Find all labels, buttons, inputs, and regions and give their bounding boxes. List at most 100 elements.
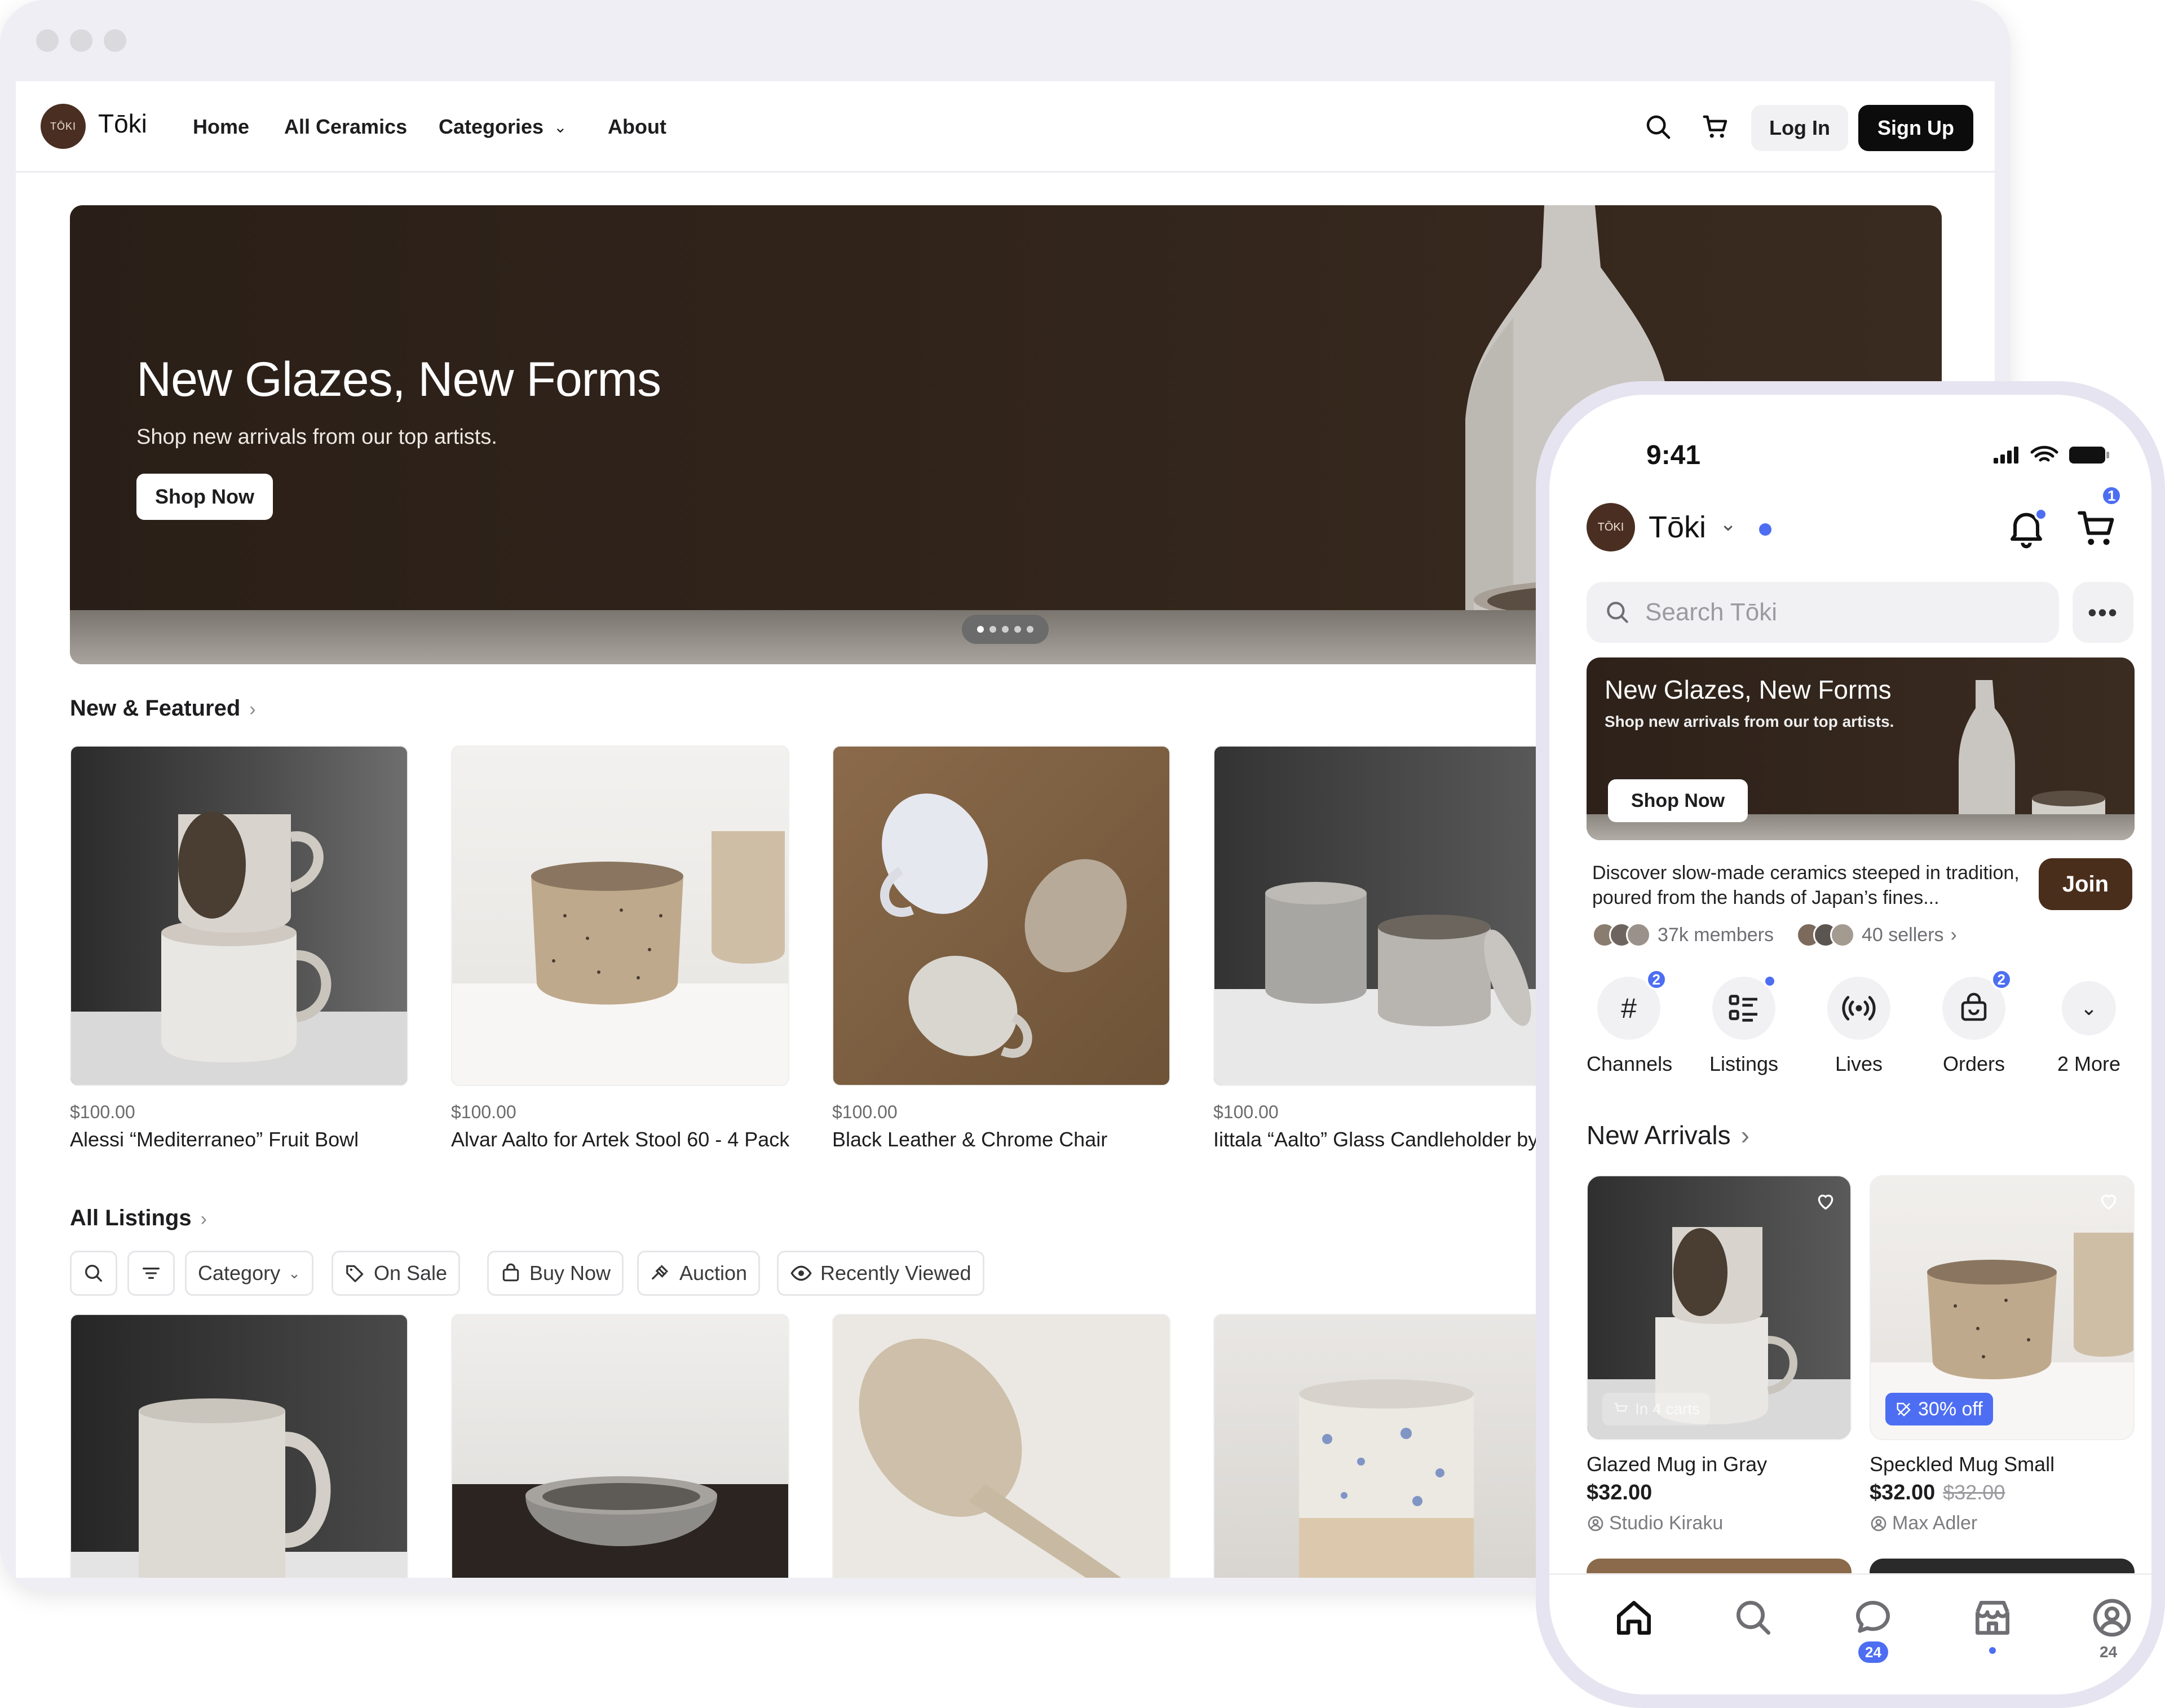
product-image[interactable] — [70, 745, 408, 1086]
recently-viewed-label: Recently Viewed — [820, 1261, 971, 1285]
listings-icon — [1729, 995, 1757, 1022]
search-icon — [1607, 602, 1628, 623]
community-name[interactable]: Tōki — [1649, 510, 1706, 545]
sellers-count[interactable]: 40 sellers › — [1796, 923, 1957, 947]
new-arrivals-title[interactable]: New Arrivals › — [1587, 1120, 1749, 1150]
product-title[interactable]: Glazed Mug in Gray — [1587, 1453, 1767, 1476]
window-close-dot[interactable] — [36, 29, 59, 52]
product-price: $32.00 $32.00 — [1870, 1481, 2005, 1505]
filter-lines-icon — [143, 1268, 160, 1279]
search-icon[interactable] — [1643, 112, 1673, 142]
shortcut-orders[interactable]: 2 Orders — [1932, 969, 2016, 1076]
listing-image[interactable] — [1213, 1314, 1552, 1578]
shortcut-listings[interactable]: Listings — [1702, 974, 1786, 1076]
carousel-dot[interactable] — [977, 626, 984, 633]
phone-device: 9:41 TŌKI Tōki ⌄ 1 ••• New Glazes, — [1536, 381, 2165, 1708]
gavel-icon — [652, 1265, 668, 1280]
cart-icon[interactable] — [2074, 505, 2120, 551]
login-button[interactable]: Log In — [1751, 105, 1848, 151]
mug-stack-image — [71, 811, 407, 1085]
storefront-icon[interactable] — [1970, 1595, 2015, 1640]
product-image[interactable] — [451, 745, 789, 1086]
product-card-image[interactable]: In 4 carts — [1587, 1175, 1852, 1440]
heart-icon[interactable] — [2097, 1190, 2120, 1212]
search-icon[interactable] — [1731, 1595, 1776, 1640]
phone-shop-now-button[interactable]: Shop Now — [1608, 779, 1748, 822]
on-sale-filter[interactable]: On Sale — [332, 1251, 461, 1296]
nav-categories[interactable]: Categories ⌄ — [439, 115, 567, 139]
new-arrivals-title-text: New Arrivals — [1587, 1120, 1731, 1150]
product-card-image[interactable]: 30% off — [1870, 1175, 2135, 1440]
community-description: Discover slow-made ceramics steeped in t… — [1592, 862, 2020, 908]
all-listings-title[interactable]: All Listings › — [70, 1206, 207, 1231]
product-name[interactable]: Alessi “Mediterraneo” Fruit Bowl — [70, 1128, 359, 1151]
member-avatars — [1592, 923, 1651, 947]
nav-home[interactable]: Home — [193, 115, 249, 139]
hero-shop-now-button[interactable]: Shop Now — [136, 474, 273, 520]
members-count[interactable]: 37k members — [1592, 923, 1774, 947]
carousel-dot[interactable] — [1027, 626, 1033, 633]
shortcut-more[interactable]: ⌄ 2 More — [2047, 977, 2131, 1076]
category-filter[interactable]: Category ⌄ — [185, 1251, 313, 1296]
shortcut-label: 2 More — [2057, 1052, 2121, 1075]
profile-icon[interactable] — [2089, 1595, 2135, 1640]
cart-icon[interactable] — [1700, 112, 1731, 142]
join-button[interactable]: Join — [2039, 858, 2132, 910]
product-name[interactable]: Black Leather & Chrome Chair — [832, 1128, 1107, 1151]
phone-hero-banner[interactable]: New Glazes, New Forms Shop new arrivals … — [1587, 657, 2135, 840]
chat-bubble-icon[interactable] — [1850, 1595, 1896, 1640]
sort-button[interactable] — [127, 1251, 175, 1296]
shortcut-lives[interactable]: Lives — [1817, 977, 1901, 1076]
product-price: $100.00 — [451, 1102, 516, 1122]
listing-image[interactable] — [832, 1314, 1170, 1578]
phone-screen: 9:41 TŌKI Tōki ⌄ 1 ••• New Glazes, — [1549, 395, 2151, 1694]
phone-hero-title: New Glazes, New Forms — [1605, 675, 1892, 704]
carousel-dot[interactable] — [989, 626, 996, 633]
auction-filter[interactable]: Auction — [637, 1251, 761, 1296]
search-input[interactable] — [1645, 598, 2040, 626]
nav-all-ceramics[interactable]: All Ceramics — [284, 115, 407, 139]
product-seller[interactable]: Studio Kiraku — [1587, 1512, 1723, 1534]
product-name[interactable]: Alvar Aalto for Artek Stool 60 - 4 Pack — [451, 1128, 789, 1151]
product-image[interactable] — [832, 745, 1170, 1086]
heart-icon[interactable] — [1814, 1190, 1837, 1212]
chevron-down-icon[interactable]: ⌄ — [1720, 512, 1737, 536]
home-icon[interactable] — [1611, 1595, 1656, 1640]
discount-label: 30% off — [1918, 1398, 1983, 1420]
auction-label: Auction — [679, 1261, 748, 1285]
shortcut-channels[interactable]: #2 Channels — [1587, 969, 1673, 1076]
sellers-label: 40 sellers — [1862, 924, 1944, 946]
listing-image[interactable] — [70, 1314, 408, 1578]
nav-about[interactable]: About — [608, 115, 666, 139]
listing-image[interactable] — [451, 1314, 789, 1578]
buy-now-filter[interactable]: Buy Now — [487, 1251, 624, 1296]
carousel-dot[interactable] — [1002, 626, 1009, 633]
carousel-indicator[interactable] — [962, 615, 1049, 644]
chevron-down-icon: ⌄ — [554, 118, 567, 136]
featured-section-title[interactable]: New & Featured › — [70, 696, 256, 721]
window-zoom-dot[interactable] — [104, 29, 126, 52]
carousel-dot[interactable] — [1014, 626, 1021, 633]
hero-title: New Glazes, New Forms — [136, 352, 661, 407]
phone-search-bar[interactable] — [1587, 582, 2059, 643]
product-image[interactable] — [1213, 745, 1552, 1086]
signup-button[interactable]: Sign Up — [1858, 105, 1973, 151]
user-circle-icon — [1588, 1516, 1603, 1531]
product-name[interactable]: Iittala “Aalto” Glass Candleholder by — [1213, 1128, 1538, 1151]
messages-badge: 24 — [1858, 1641, 1888, 1663]
current-price: $32.00 — [1587, 1481, 1653, 1504]
window-minimize-dot[interactable] — [70, 29, 92, 52]
filter-search-button[interactable] — [70, 1251, 117, 1296]
brand-logo[interactable]: TŌKI — [41, 104, 86, 149]
members-label: 37k members — [1658, 924, 1774, 946]
product-title[interactable]: Speckled Mug Small — [1870, 1453, 2054, 1476]
brand-name[interactable]: Tōki — [98, 108, 147, 139]
ellipsis-icon: ••• — [2087, 598, 2119, 627]
more-options-button[interactable]: ••• — [2073, 582, 2133, 643]
hero-subtitle: Shop new arrivals from our top artists. — [136, 425, 497, 449]
recently-viewed-filter[interactable]: Recently Viewed — [777, 1251, 984, 1296]
cart-icon — [1614, 1402, 1628, 1412]
community-logo[interactable]: TŌKI — [1587, 503, 1635, 551]
product-seller[interactable]: Max Adler — [1870, 1512, 1977, 1534]
shortcut-label: Channels — [1587, 1052, 1673, 1075]
